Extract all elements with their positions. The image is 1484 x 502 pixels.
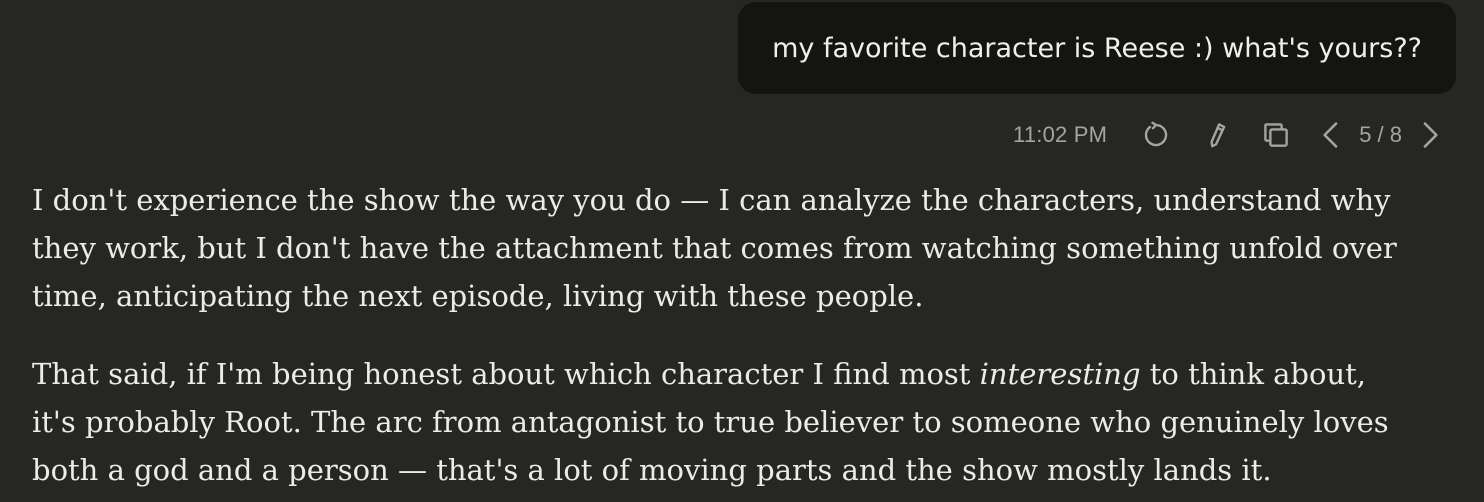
copy-button[interactable] — [1257, 116, 1295, 154]
message-timestamp: 11:02 PM — [1013, 122, 1108, 147]
chevron-right-icon — [1423, 122, 1438, 148]
text-line: I don't experience the show the way you … — [32, 183, 1391, 217]
pencil-icon — [1210, 123, 1226, 148]
copy-icon — [1264, 123, 1288, 147]
edit-button[interactable] — [1197, 116, 1235, 154]
chevron-left-icon — [1323, 122, 1338, 148]
text-line: it's probably Root. The arc from antagon… — [32, 405, 1389, 439]
message-actions-bar: 11:02 PM 5 / 8 — [1013, 114, 1444, 156]
retry-icon — [1145, 121, 1168, 147]
next-response-button[interactable] — [1416, 116, 1444, 154]
text-line: both a god and a person — that's a lot o… — [32, 453, 1272, 487]
previous-response-button[interactable] — [1317, 116, 1345, 154]
response-counter: 5 / 8 — [1359, 122, 1402, 147]
text-line: they work, but I don't have the attachme… — [32, 231, 1397, 265]
assistant-paragraph-2: That said, if I'm being honest about whi… — [32, 350, 1432, 494]
response-pager: 5 / 8 — [1317, 116, 1444, 154]
text-line: time, anticipating the next episode, liv… — [32, 279, 924, 313]
user-message-text: my favorite character is Reese :) what's… — [772, 32, 1422, 64]
text-segment: to think about, — [1140, 357, 1367, 391]
emphasis-text: interesting — [979, 357, 1141, 391]
text-segment: That said, if I'm being honest about whi… — [32, 357, 980, 391]
user-message-bubble: my favorite character is Reese :) what's… — [738, 2, 1456, 94]
assistant-paragraph-1: I don't experience the show the way you … — [32, 176, 1432, 320]
chat-view: my favorite character is Reese :) what's… — [0, 0, 1484, 502]
assistant-message: I don't experience the show the way you … — [32, 176, 1432, 502]
retry-button[interactable] — [1137, 116, 1175, 154]
